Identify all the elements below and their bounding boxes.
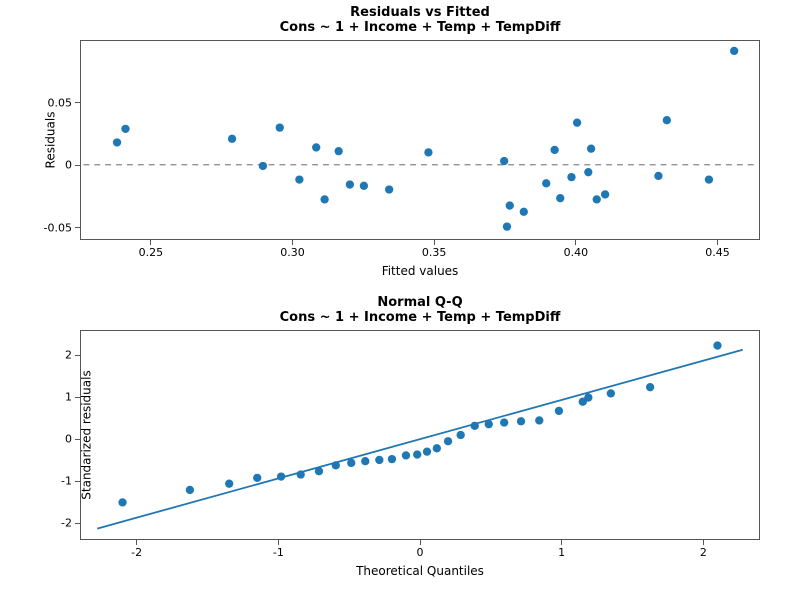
x-tick-label: 0 (417, 546, 424, 559)
data-point (388, 455, 396, 463)
subplot-qq: Normal Q-Q Cons ~ 1 + Income + Temp + Te… (80, 330, 760, 540)
data-point (730, 47, 738, 55)
data-point (315, 467, 323, 475)
data-point (587, 145, 595, 153)
y-tick-label: 0.05 (48, 96, 73, 109)
data-point (433, 444, 441, 452)
data-point (471, 422, 479, 430)
data-point (312, 143, 320, 151)
y-tick-label: 1 (65, 391, 72, 404)
data-point (601, 190, 609, 198)
data-point (332, 461, 340, 469)
data-point (607, 389, 615, 397)
data-point (444, 437, 452, 445)
y-tick-label: -2 (61, 517, 72, 530)
data-point (320, 195, 328, 203)
data-point (276, 123, 284, 131)
data-point (503, 222, 511, 230)
data-point (347, 459, 355, 467)
data-point (277, 472, 285, 480)
x-tick-label: 0.30 (280, 246, 305, 259)
data-point (346, 180, 354, 188)
data-point (573, 119, 581, 127)
data-point (113, 138, 121, 146)
data-point (360, 182, 368, 190)
data-point (121, 125, 129, 133)
x-tick-label: 1 (558, 546, 565, 559)
data-point (654, 172, 662, 180)
data-point (520, 208, 528, 216)
data-point (228, 135, 236, 143)
data-point (584, 393, 592, 401)
subplot-residuals-vs-fitted: Residuals vs Fitted Cons ~ 1 + Income + … (80, 40, 760, 240)
figure: Residuals vs Fitted Cons ~ 1 + Income + … (0, 0, 800, 600)
data-point (225, 480, 233, 488)
data-point (361, 457, 369, 465)
data-point (186, 486, 194, 494)
data-point (259, 162, 267, 170)
y-tick-label: 2 (65, 349, 72, 362)
chart-title: Normal Q-Q Cons ~ 1 + Income + Temp + Te… (80, 296, 760, 326)
data-point (253, 474, 261, 482)
y-tick-label: 0 (65, 433, 72, 446)
y-axis-label: Residuals (43, 112, 57, 169)
x-tick-label: 0.25 (139, 246, 164, 259)
y-axis-label: Standarized residuals (80, 370, 94, 499)
chart-title: Residuals vs Fitted Cons ~ 1 + Income + … (80, 6, 760, 36)
x-tick-label: -1 (273, 546, 284, 559)
title-line-1: Normal Q-Q (377, 295, 462, 310)
title-line-1: Residuals vs Fitted (350, 5, 490, 20)
x-axis-label: Fitted values (80, 264, 760, 278)
data-point (705, 175, 713, 183)
data-point (385, 185, 393, 193)
data-point (584, 168, 592, 176)
data-point (646, 383, 654, 391)
title-line-2: Cons ~ 1 + Income + Temp + TempDiff (280, 20, 561, 35)
data-point (457, 431, 465, 439)
data-point (506, 201, 514, 209)
data-point (550, 146, 558, 154)
x-tick-label: 2 (700, 546, 707, 559)
data-point (295, 175, 303, 183)
x-tick-label: 0.45 (705, 246, 730, 259)
data-point (567, 173, 575, 181)
data-point (334, 147, 342, 155)
plot-area (80, 330, 760, 540)
data-point (500, 418, 508, 426)
data-point (713, 341, 721, 349)
data-point (485, 420, 493, 428)
y-tick-label: -1 (61, 475, 72, 488)
qq-line (97, 350, 742, 529)
data-point (555, 407, 563, 415)
data-point (423, 447, 431, 455)
data-point (402, 451, 410, 459)
chart-canvas (81, 41, 759, 239)
data-point (297, 470, 305, 478)
plot-area (80, 40, 760, 240)
data-point (535, 416, 543, 424)
chart-canvas (81, 331, 759, 539)
x-tick-label: -2 (131, 546, 142, 559)
data-point (663, 116, 671, 124)
data-point (118, 498, 126, 506)
x-axis-label: Theoretical Quantiles (80, 564, 760, 578)
x-tick-label: 0.35 (422, 246, 447, 259)
y-tick-label: -0.05 (44, 221, 72, 234)
data-point (593, 195, 601, 203)
y-tick-label: 0 (65, 159, 72, 172)
data-point (424, 148, 432, 156)
data-point (517, 417, 525, 425)
title-line-2: Cons ~ 1 + Income + Temp + TempDiff (280, 310, 561, 325)
x-tick-label: 0.40 (564, 246, 589, 259)
data-point (375, 456, 383, 464)
data-point (556, 194, 564, 202)
data-point (413, 450, 421, 458)
data-point (500, 157, 508, 165)
data-point (542, 179, 550, 187)
